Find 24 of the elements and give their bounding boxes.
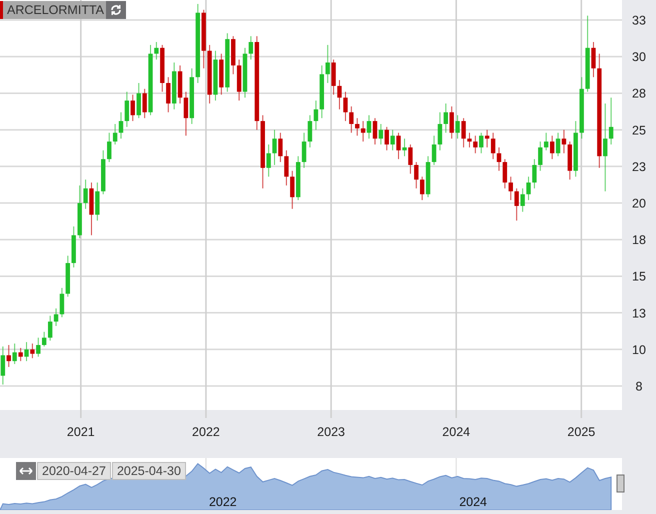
y-axis-label: 33 [632,14,646,28]
navigator-label: 2022 [208,495,237,509]
y-axis-label: 25 [632,123,646,138]
y-axis-label: 28 [632,86,646,101]
navigator-label: 2024 [459,495,488,509]
y-axis-label: 13 [632,306,646,320]
y-axis-label: 23 [632,160,646,174]
y-axis-label: 8 [636,380,642,394]
x-axis-label: 2023 [317,425,345,439]
x-axis-label: 2024 [442,425,470,439]
y-axis-label: 10 [632,342,646,357]
refresh-icon[interactable] [106,1,126,19]
x-axis-label: 2022 [192,425,220,439]
range-icon[interactable] [16,462,36,480]
x-axis-label: 2025 [567,425,596,439]
start-date-field[interactable]: 2020-04-27 [37,462,111,480]
y-axis-label: 30 [632,50,646,64]
x-axis-label: 2021 [66,425,95,439]
y-axis-label: 18 [632,233,646,248]
range-handle[interactable] [616,474,624,492]
y-axis-label: 15 [632,270,646,284]
symbol-label: ARCELORMITTA [0,1,106,19]
y-axis-label: 20 [632,196,646,211]
end-date-field[interactable]: 2025-04-30 [112,462,186,480]
